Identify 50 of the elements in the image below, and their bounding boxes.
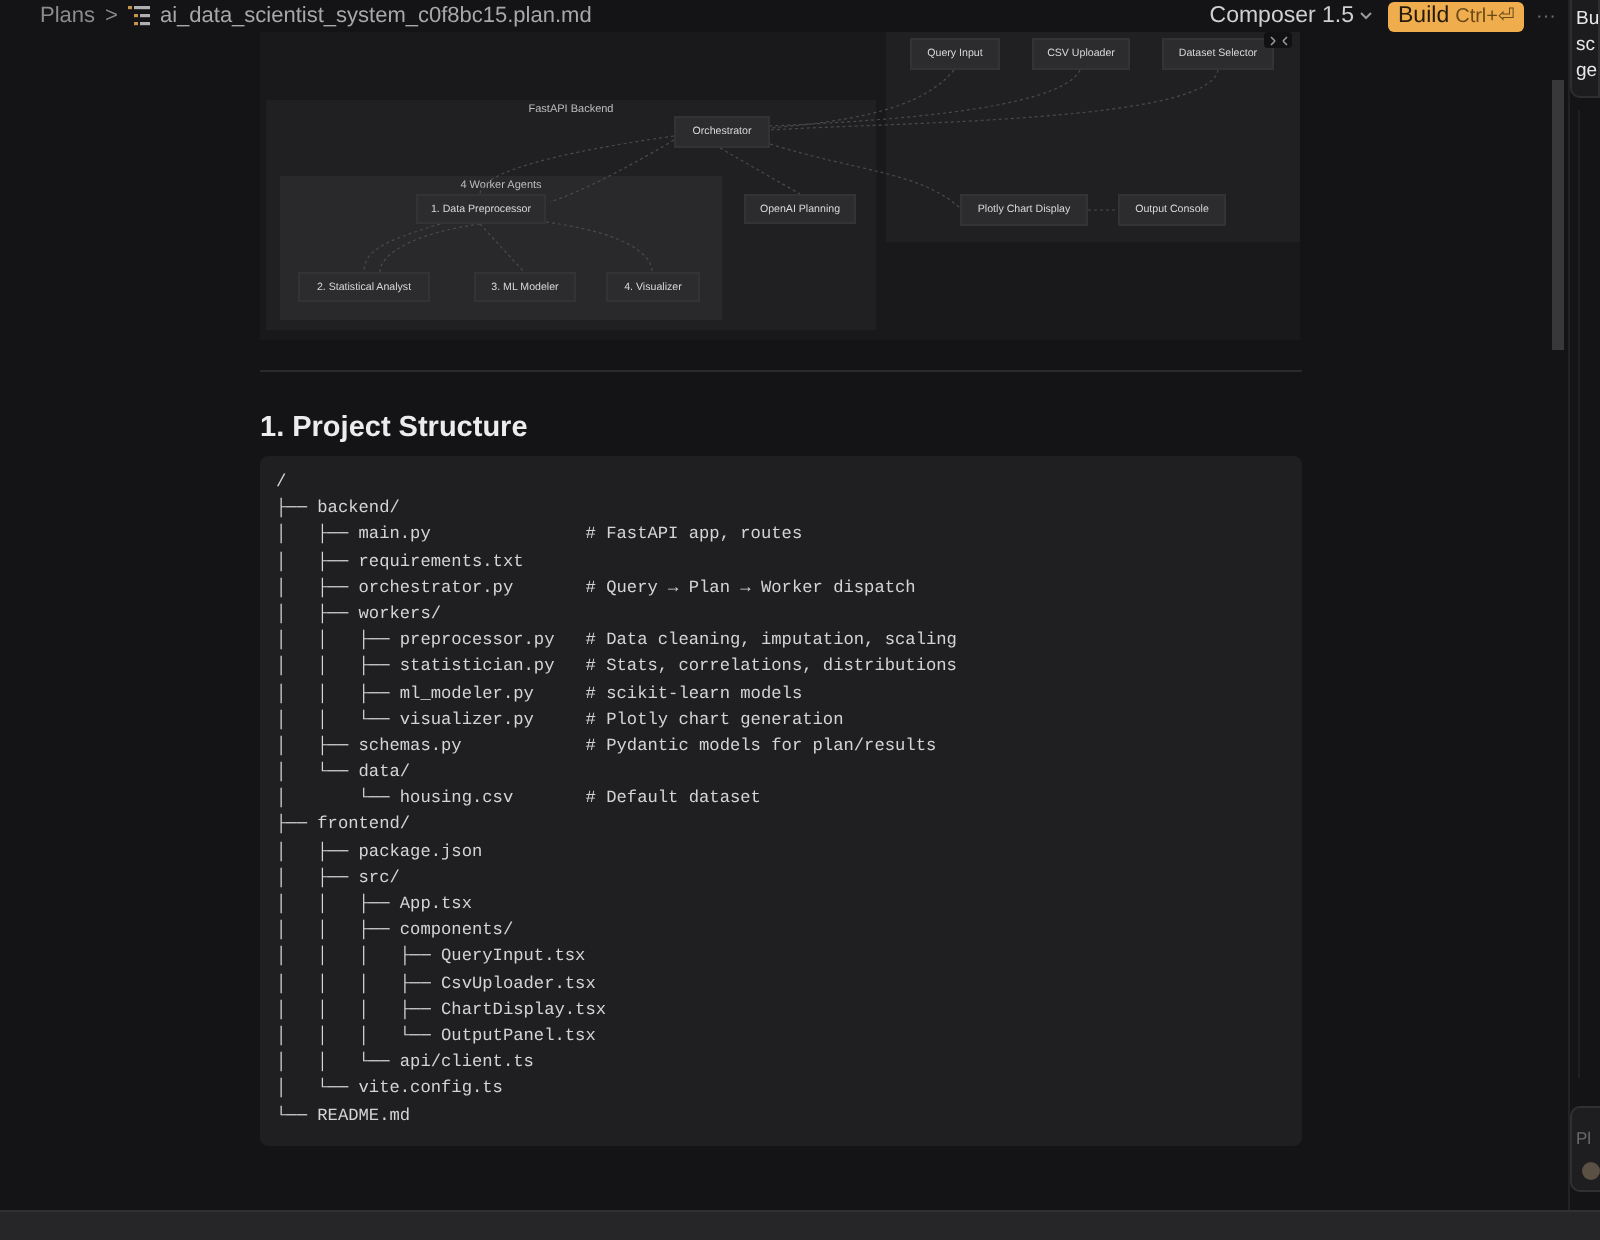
code-text: ├── backend/ (276, 496, 400, 523)
code-comment: # Plotly chart generation (585, 707, 844, 734)
code-text: │ │ └── api/client.ts (276, 1050, 534, 1077)
code-text: │ │ ├── preprocessor.py (276, 628, 557, 655)
code-text: │ │ ├── statistician.py (276, 654, 557, 681)
connector-line (363, 223, 441, 273)
connector-line (545, 221, 653, 273)
message-text: ge (1576, 58, 1598, 84)
code-text: │ │ ├── ml_modeler.py (276, 681, 536, 708)
code-text: │ │ └── visualizer.py (276, 707, 536, 734)
code-text: │ ├── orchestrator.py (276, 575, 516, 602)
code-text: │ └── housing.csv (276, 786, 516, 813)
more-button[interactable]: ··· (1536, 5, 1568, 27)
code-text: │ └── vite.config.ts (276, 1076, 503, 1103)
code-comment: # scikit-learn models (585, 681, 803, 707)
code-comment: # Query → Plan → Worker dispatch (585, 575, 916, 602)
code-text: │ ├── src/ (276, 865, 400, 892)
chevron-down-icon[interactable] (1360, 12, 1373, 20)
expand-icon[interactable] (1269, 35, 1287, 45)
message-text: sc (1576, 32, 1597, 58)
code-text: │ │ │ ├── QueryInput.tsx (276, 944, 586, 971)
code-text: ├── frontend/ (276, 812, 411, 839)
code-text: │ ├── package.json (276, 839, 483, 866)
code-text: │ │ │ ├── ChartDisplay.tsx (276, 997, 607, 1024)
code-text: / (276, 470, 287, 496)
message-text: Bu (1576, 6, 1598, 32)
model-selector[interactable]: Composer 1.5 (1209, 4, 1373, 28)
code-text: │ │ │ ├── CsvUploader.tsx (276, 971, 596, 998)
code-comment: # Data cleaning, imputation, scaling (585, 628, 957, 655)
breadcrumb-link[interactable]: Plans (40, 4, 96, 28)
code-comment: # Pydantic models for plan/results (585, 733, 937, 760)
code-text: │ │ │ └── OutputPanel.tsx (276, 1023, 596, 1050)
section-heading: 1. Project Structure (260, 410, 530, 448)
code-text: └── README.md (276, 1103, 411, 1129)
code-text: │ │ ├── App.tsx (276, 892, 472, 918)
code-text: │ ├── requirements.txt (276, 549, 524, 576)
code-text: │ │ ├── components/ (276, 918, 514, 945)
build-button[interactable]: Build Ctrl+⏎ (1388, 1, 1524, 31)
list-icon (127, 6, 150, 26)
code-text: │ ├── main.py (276, 522, 433, 549)
code-comment: # FastAPI app, routes (585, 522, 803, 549)
code-text: │ └── data/ (276, 760, 411, 787)
scrollbar-thumb[interactable] (1552, 80, 1564, 350)
file-name: ai_data_scientist_system_c0f8bc15.plan.md (159, 4, 592, 28)
chat-input[interactable]: Pl (1570, 1106, 1600, 1192)
code-text: │ ├── workers/ (276, 601, 442, 628)
code-comment: # Stats, correlations, distributions (585, 654, 957, 681)
code-text: │ ├── schemas.py (276, 733, 464, 760)
breadcrumb-separator: > (105, 4, 118, 28)
code-comment: # Default dataset (585, 786, 761, 813)
